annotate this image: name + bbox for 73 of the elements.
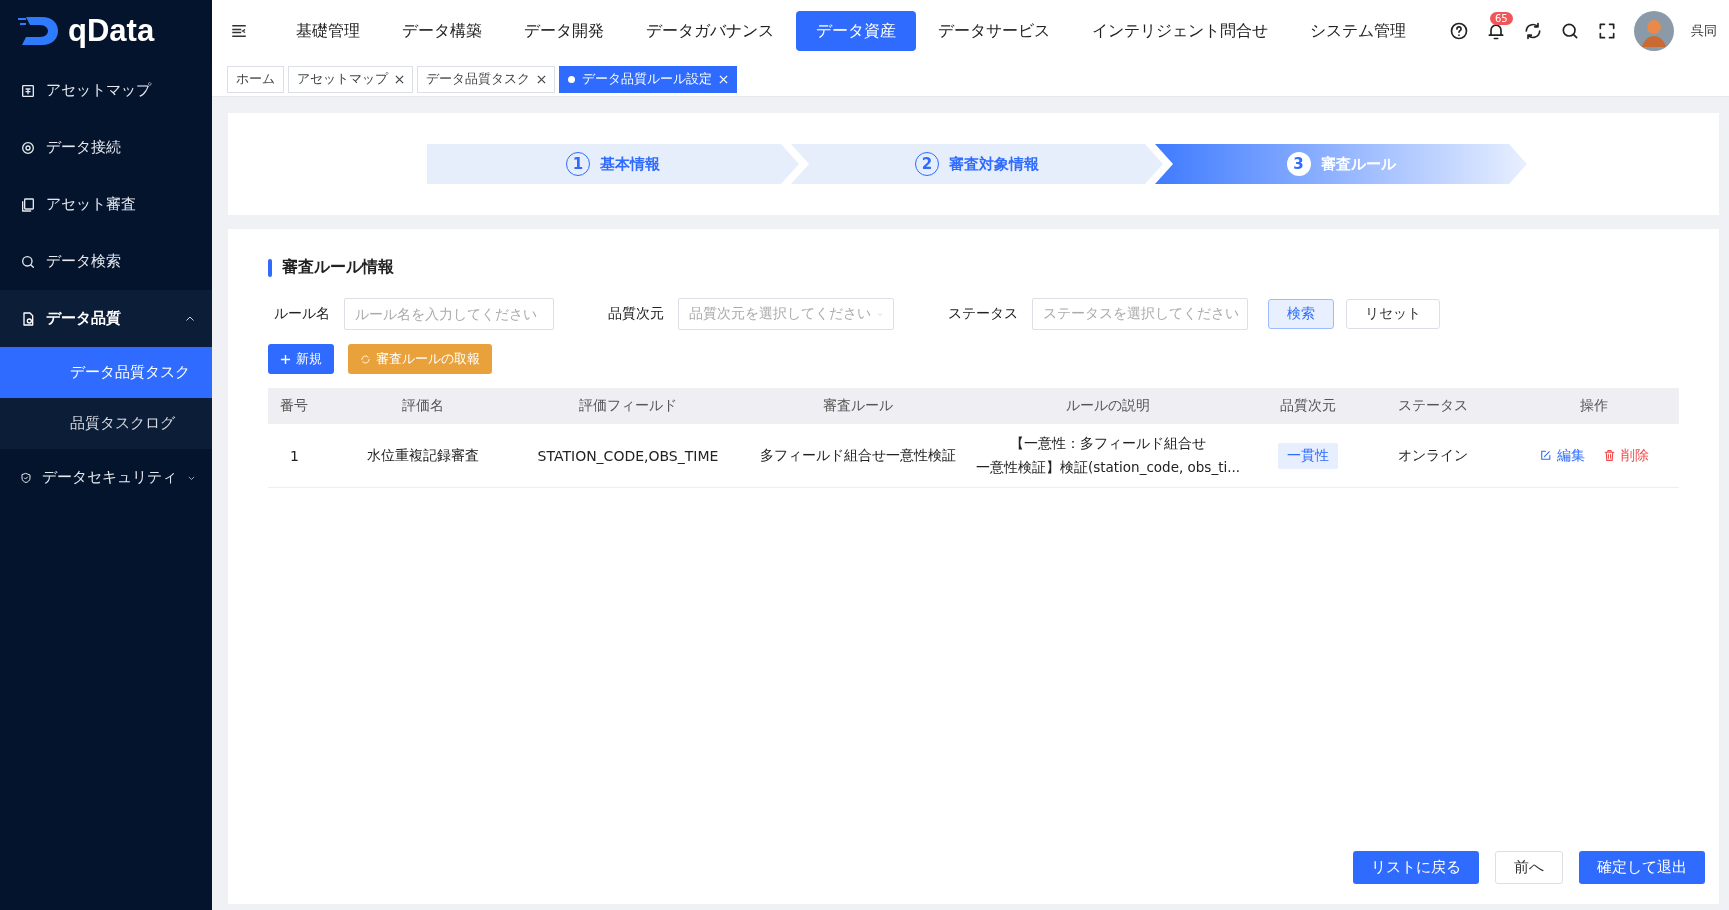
table-cell: 多フィールド組合せ一意性検証	[758, 424, 958, 488]
nav-tab[interactable]: データサービス	[918, 11, 1070, 51]
user-name[interactable]: 呉同	[1691, 22, 1717, 40]
title-accent	[268, 258, 272, 277]
logo-text: qData	[68, 13, 155, 49]
refresh-icon[interactable]	[1523, 21, 1543, 41]
help-icon[interactable]	[1449, 21, 1469, 41]
column-header: 評価名	[348, 388, 498, 424]
previous-button[interactable]: 前へ	[1495, 851, 1563, 884]
nav-tab[interactable]: データガバナンス	[626, 11, 794, 51]
sidebar-item[interactable]: データ接続	[0, 119, 212, 176]
page-tab[interactable]: ホーム	[227, 65, 284, 93]
documents-icon	[20, 196, 36, 213]
avatar[interactable]	[1634, 11, 1674, 51]
refresh-icon	[360, 353, 371, 365]
trash-icon	[1602, 449, 1616, 462]
description-line: 一意性検証】検証(station_code, obs_ti...	[975, 458, 1241, 477]
sidebar-item[interactable]: アセットマップ	[0, 62, 212, 119]
reset-button[interactable]: リセット	[1346, 299, 1440, 329]
page-tab[interactable]: データ品質ルール設定	[559, 65, 737, 93]
search-button[interactable]: 検索	[1268, 299, 1334, 329]
nav-tab[interactable]: システム管理	[1290, 11, 1426, 51]
notification-badge: 65	[1490, 12, 1513, 25]
filter-label: 品質次元	[608, 305, 664, 323]
column-header: 評価フィールド	[498, 388, 758, 424]
dimension-tag: 一貫性	[1278, 442, 1338, 469]
column-header: ルールの説明	[958, 388, 1258, 424]
nav-tab[interactable]: 基礎管理	[276, 11, 380, 51]
search-icon	[20, 253, 36, 270]
input-field[interactable]: ルール名を入力してください	[344, 298, 554, 330]
column-header: 番号	[268, 388, 348, 424]
table-cell: 1	[268, 424, 348, 488]
page-tab[interactable]: アセットマップ	[288, 65, 413, 93]
step: 3 審査ルール	[1155, 144, 1527, 184]
nav-tab[interactable]: データ構築	[382, 11, 502, 51]
active-dot-icon	[568, 75, 575, 83]
sidebar-subitem[interactable]: データ品質タスク	[0, 347, 212, 398]
nav-tab[interactable]: データ資産	[796, 11, 916, 51]
plus-icon	[280, 353, 291, 365]
sidebar-subitem[interactable]: 品質タスクログ	[0, 398, 212, 449]
column-header: 審査ルール	[758, 388, 958, 424]
sidebar-item[interactable]: データ品質	[0, 290, 212, 347]
nav-tab[interactable]: インテリジェント問合せ	[1072, 11, 1288, 51]
step: 2 審査対象情報	[791, 144, 1163, 184]
page-tab[interactable]: データ品質タスク	[417, 65, 555, 93]
target-icon	[20, 139, 36, 156]
description-line: 【一意性：多フィールド組合せ	[1010, 434, 1206, 453]
nav-tab[interactable]: データ開発	[504, 11, 624, 51]
sidebar-item[interactable]: データセキュリティ	[0, 449, 212, 506]
section-title: 審査ルール情報	[282, 257, 394, 278]
step: 1 基本情報	[427, 144, 799, 184]
fullscreen-icon[interactable]	[1597, 21, 1617, 41]
close-icon[interactable]	[395, 74, 404, 84]
sidebar-item[interactable]: データ検索	[0, 233, 212, 290]
filter-label: ステータス	[948, 305, 1018, 323]
confirm-exit-button[interactable]: 確定して退出	[1579, 851, 1705, 884]
menu-icon[interactable]	[230, 22, 248, 40]
table-cell: オンライン	[1358, 424, 1508, 488]
table-cell: STATION_CODE,OBS_TIME	[498, 424, 758, 488]
table-cell: 水位重複記録審査	[348, 424, 498, 488]
search-icon[interactable]	[1560, 21, 1580, 41]
back-to-list-button[interactable]: リストに戻る	[1353, 851, 1479, 884]
close-icon[interactable]	[537, 74, 546, 84]
column-header: ステータス	[1358, 388, 1508, 424]
edit-link[interactable]: 編集	[1538, 446, 1585, 465]
column-header: 品質次元	[1258, 388, 1358, 424]
document-check-icon	[20, 310, 36, 327]
filter-label: ルール名	[274, 305, 330, 323]
edit-icon	[1538, 449, 1552, 462]
delete-link[interactable]: 削除	[1602, 446, 1649, 465]
new-button[interactable]: 新規	[268, 344, 334, 374]
column-header: 操作	[1508, 388, 1679, 424]
sidebar-item[interactable]: アセット審査	[0, 176, 212, 233]
